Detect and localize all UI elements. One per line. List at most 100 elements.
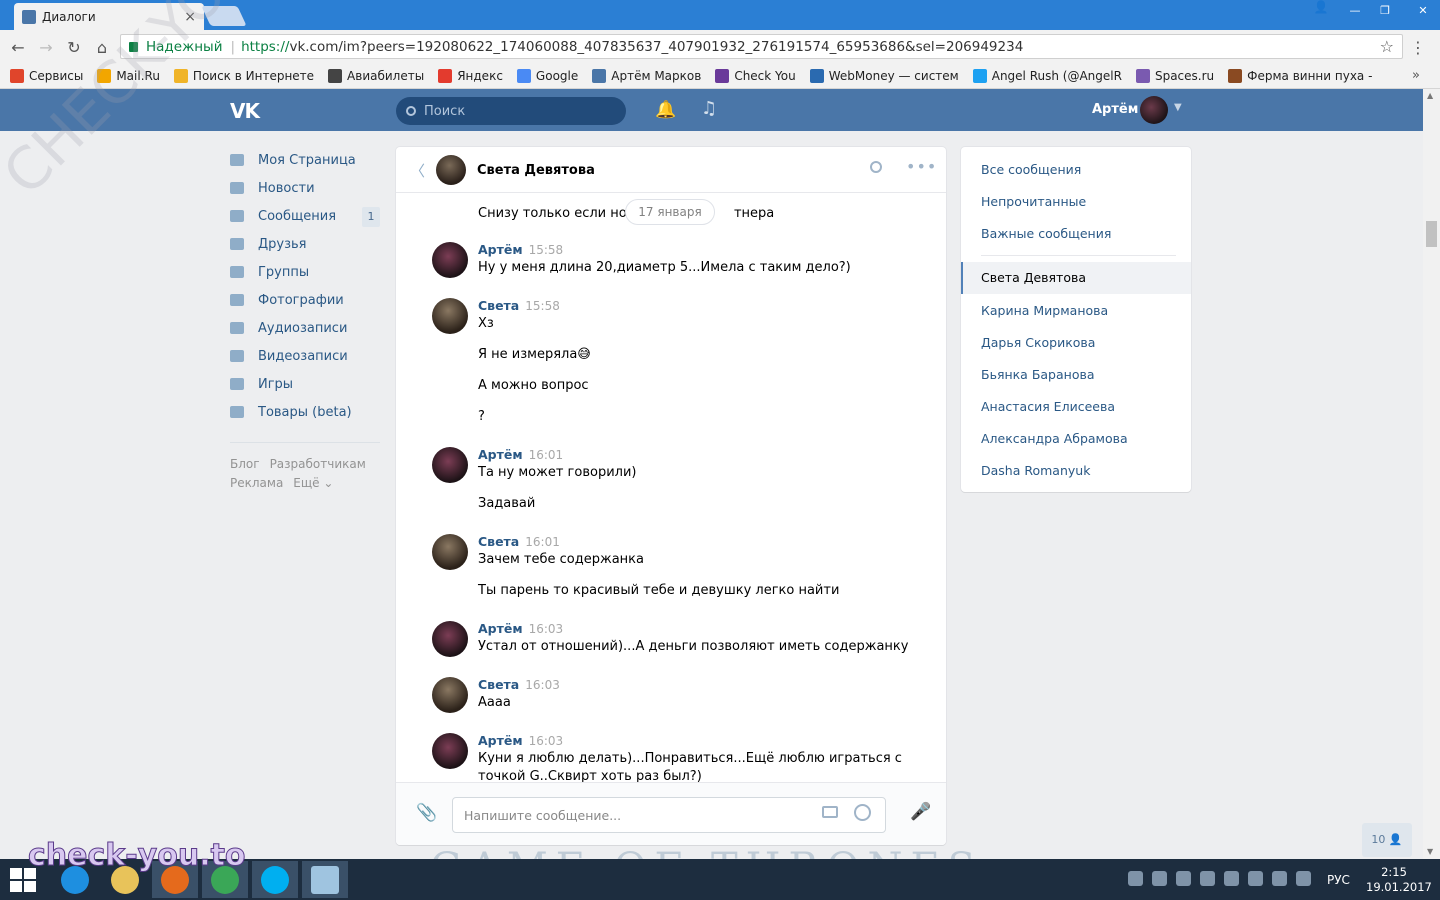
message-time[interactable]: 15:58 <box>525 299 560 313</box>
message-avatar[interactable] <box>432 447 468 483</box>
sidebar-item[interactable]: Товары (beta) <box>230 398 380 426</box>
back-chevron-icon[interactable]: 〈 <box>410 160 425 181</box>
bookmark-item[interactable]: Angel Rush (@AngelR <box>972 69 1122 83</box>
tray-icon[interactable] <box>1296 871 1311 886</box>
bookmark-item[interactable]: Google <box>516 69 578 83</box>
new-tab-button[interactable] <box>201 6 247 26</box>
message-avatar[interactable] <box>432 677 468 713</box>
tray-icon[interactable] <box>1272 871 1287 886</box>
active-dialog[interactable]: Света Девятова <box>961 262 1191 294</box>
message-time[interactable]: 16:03 <box>529 622 564 636</box>
bookmark-star-icon[interactable]: ☆ <box>1380 37 1394 56</box>
dialog-list-item[interactable]: Dasha Romanyuk <box>981 463 1090 478</box>
home-icon[interactable]: ⌂ <box>88 38 116 57</box>
camera-icon[interactable] <box>822 806 838 818</box>
message-avatar[interactable] <box>432 242 468 278</box>
dialog-list-item[interactable]: Анастасия Елисеева <box>981 399 1115 414</box>
sidebar-item[interactable]: Игры <box>230 370 380 398</box>
chevron-down-icon[interactable]: ▼ <box>1174 102 1182 113</box>
message-avatar[interactable] <box>432 733 468 769</box>
bookmark-item[interactable]: Артём Марков <box>592 69 701 83</box>
scroll-down-arrow-icon[interactable]: ▼ <box>1427 847 1433 856</box>
back-icon[interactable]: ← <box>4 38 32 57</box>
tab-close-icon[interactable]: × <box>184 9 196 25</box>
message-time[interactable]: 15:58 <box>529 243 564 257</box>
tray-icon[interactable] <box>1200 871 1215 886</box>
bookmark-item[interactable]: Поиск в Интернете <box>173 69 314 83</box>
chat-search-icon[interactable] <box>870 161 882 173</box>
sidebar-item[interactable]: Новости <box>230 174 380 202</box>
scroll-up-arrow-icon[interactable]: ▲ <box>1427 91 1433 100</box>
peer-avatar[interactable] <box>436 155 466 185</box>
message-avatar[interactable] <box>432 298 468 334</box>
microphone-icon[interactable]: 🎤 <box>910 802 931 822</box>
scroll-thumb[interactable] <box>1426 221 1437 247</box>
minimize-icon[interactable]: — <box>1340 0 1370 20</box>
peer-name[interactable]: Света Девятова <box>477 163 595 178</box>
message-time[interactable]: 16:03 <box>529 734 564 748</box>
message-time[interactable]: 16:01 <box>529 448 564 462</box>
bookmark-item[interactable]: Яндекс <box>438 69 503 83</box>
message-history[interactable]: Снизу только если ноги тнера 17 января Ар… <box>396 194 946 782</box>
message-author[interactable]: Артём <box>478 447 523 462</box>
bookmark-item[interactable]: Spaces.ru <box>1135 69 1214 83</box>
dialog-list-item[interactable]: Дарья Скорикова <box>981 335 1095 350</box>
bookmark-item[interactable]: Mail.Ru <box>97 69 160 83</box>
close-window-icon[interactable]: ✕ <box>1400 0 1440 20</box>
more-actions-icon[interactable]: ••• <box>906 157 937 176</box>
online-friends-badge[interactable]: 10 👤 <box>1362 823 1412 857</box>
dialog-list-item[interactable]: Александра Абрамова <box>981 431 1128 446</box>
sidebar-item[interactable]: Друзья <box>230 230 380 258</box>
address-bar[interactable]: Надежный | https:// vk.com/im?peers=1920… <box>120 34 1403 59</box>
message-author[interactable]: Света <box>478 677 519 692</box>
tray-icon[interactable] <box>1224 871 1239 886</box>
message-avatar[interactable] <box>432 534 468 570</box>
tray-icon[interactable] <box>1248 871 1263 886</box>
message-filter-link[interactable]: Важные сообщения <box>981 226 1111 241</box>
sidebar-item[interactable]: Видеозаписи <box>230 342 380 370</box>
message-filter-link[interactable]: Непрочитанные <box>981 194 1086 209</box>
message-author[interactable]: Света <box>478 534 519 549</box>
footer-dev-link[interactable]: Разработчикам <box>270 457 366 471</box>
message-author[interactable]: Артём <box>478 242 523 257</box>
message-filter-link[interactable]: Все сообщения <box>981 162 1081 177</box>
sidebar-item[interactable]: Фотографии <box>230 286 380 314</box>
tray-icon[interactable] <box>1176 871 1191 886</box>
message-author[interactable]: Света <box>478 298 519 313</box>
sidebar-item[interactable]: Аудиозаписи <box>230 314 380 342</box>
header-avatar[interactable] <box>1140 96 1168 124</box>
notifications-bell-icon[interactable]: 🔔 <box>655 100 676 120</box>
reload-icon[interactable]: ↻ <box>60 38 88 57</box>
dialog-list-item[interactable]: Бьянка Баранова <box>981 367 1095 382</box>
emoji-smile-icon[interactable] <box>854 804 871 821</box>
message-avatar[interactable] <box>432 621 468 657</box>
forward-icon[interactable]: → <box>32 38 60 57</box>
skype-icon[interactable] <box>252 861 298 898</box>
music-note-icon[interactable]: ♫ <box>701 98 717 119</box>
bookmark-item[interactable]: Ферма винни пуха - <box>1228 69 1372 83</box>
message-time[interactable]: 16:01 <box>525 535 560 549</box>
sidebar-item[interactable]: Сообщения 1 <box>230 202 380 230</box>
notepad-icon[interactable] <box>302 861 348 898</box>
taskbar-clock[interactable]: 2:15 19.01.2017 <box>1366 865 1432 895</box>
bookmark-item[interactable]: Сервисы <box>10 69 83 83</box>
profile-icon[interactable]: 👤 <box>1308 0 1334 20</box>
message-author[interactable]: Артём <box>478 733 523 748</box>
language-indicator[interactable]: РУС <box>1327 873 1350 887</box>
header-user-name[interactable]: Артём <box>1092 102 1138 117</box>
browser-tab[interactable]: Диалоги × <box>14 3 204 30</box>
bookmarks-overflow-icon[interactable]: » <box>1412 68 1420 83</box>
chrome-menu-icon[interactable]: ⋮ <box>1410 38 1426 57</box>
message-input[interactable] <box>452 797 886 833</box>
sidebar-item[interactable]: Моя Страница <box>230 146 380 174</box>
message-time[interactable]: 16:03 <box>525 678 560 692</box>
footer-ads-link[interactable]: Реклама <box>230 476 283 490</box>
dialog-list-item[interactable]: Карина Мирманова <box>981 303 1108 318</box>
bookmark-item[interactable]: Авиабилеты <box>328 69 424 83</box>
page-scrollbar[interactable]: ▲ ▼ <box>1423 89 1440 859</box>
message-author[interactable]: Артём <box>478 621 523 636</box>
bookmark-item[interactable]: Check You <box>715 69 796 83</box>
attach-paperclip-icon[interactable]: 📎 <box>416 803 437 823</box>
vk-search-box[interactable]: Поиск <box>396 97 626 125</box>
maximize-icon[interactable]: ❐ <box>1370 0 1400 20</box>
